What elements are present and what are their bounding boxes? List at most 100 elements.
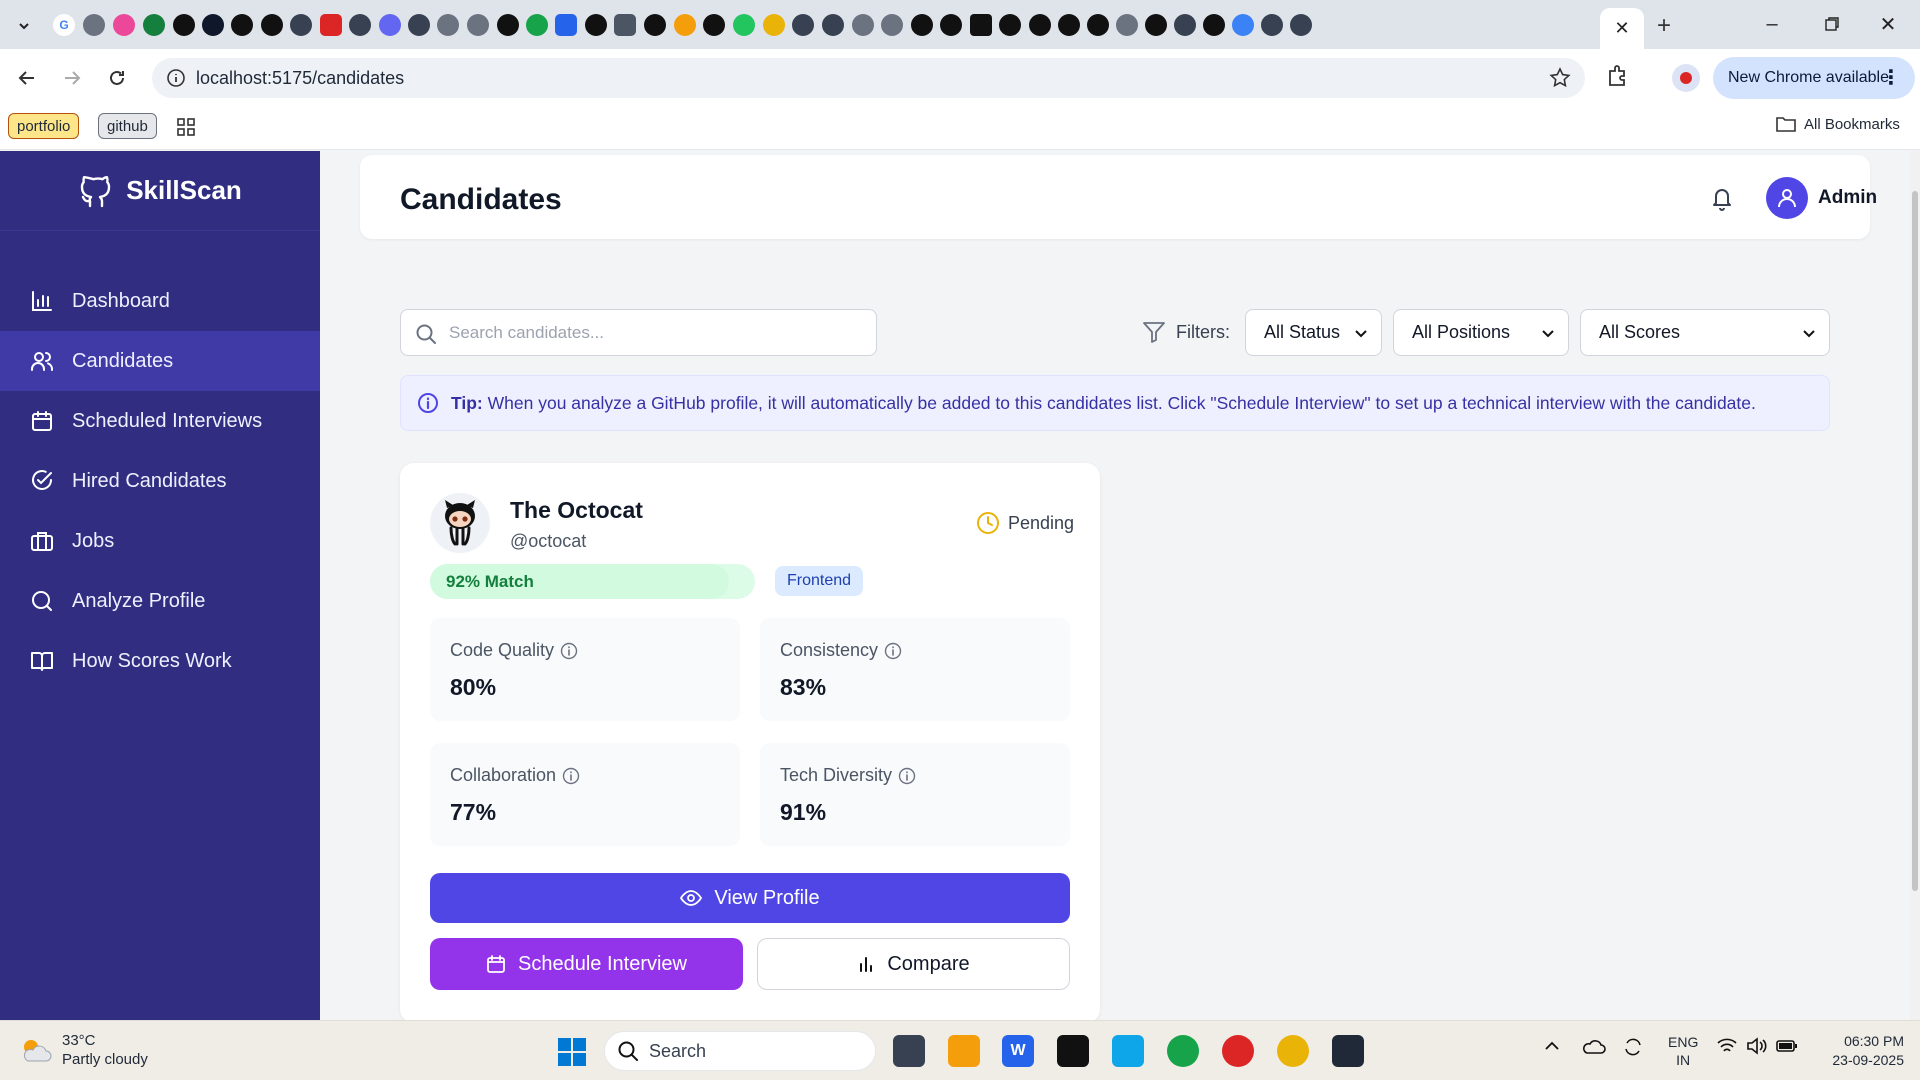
candidate-search[interactable] <box>400 309 877 356</box>
sidebar-item-candidates[interactable]: Candidates <box>0 331 320 391</box>
bookmark-github[interactable]: github <box>98 113 157 139</box>
extensions-icon[interactable] <box>1605 63 1631 94</box>
tab-openai-icon[interactable] <box>1290 14 1312 36</box>
chrome-icon[interactable] <box>1222 1035 1254 1067</box>
tab-github-icon[interactable] <box>1145 14 1167 36</box>
tab-openai-icon[interactable] <box>1261 14 1283 36</box>
tab-search-icon[interactable] <box>8 10 40 42</box>
tab-github-icon[interactable] <box>703 14 725 36</box>
sidebar-item-jobs[interactable]: Jobs <box>0 511 320 571</box>
sidebar-item-scheduled-interviews[interactable]: Scheduled Interviews <box>0 391 320 451</box>
restore-icon[interactable] <box>1812 8 1852 40</box>
sticky-notes-icon[interactable] <box>1057 1035 1089 1067</box>
tab-globe-icon[interactable] <box>1116 14 1138 36</box>
tab-arrow-icon[interactable] <box>290 14 312 36</box>
tab-tree-icon[interactable] <box>143 14 165 36</box>
scores-filter-select[interactable]: All Scores <box>1580 309 1830 356</box>
show-hidden-icons-icon[interactable] <box>1543 1037 1561 1060</box>
address-bar[interactable]: localhost:5175/candidates <box>152 58 1585 98</box>
system-clock[interactable]: 06:30 PM 23-09-2025 <box>1812 1032 1904 1070</box>
tab-feather-icon[interactable] <box>792 14 814 36</box>
tab-github-icon[interactable] <box>1203 14 1225 36</box>
status-filter-select[interactable]: All Status <box>1245 309 1382 356</box>
tab-github-icon[interactable] <box>231 14 253 36</box>
tab-openai-icon[interactable] <box>349 14 371 36</box>
tab-github-icon[interactable] <box>644 14 666 36</box>
all-bookmarks-button[interactable]: All Bookmarks <box>1776 115 1900 133</box>
reload-icon[interactable] <box>100 61 134 95</box>
sidebar-item-analyze-profile[interactable]: Analyze Profile <box>0 571 320 631</box>
compare-button[interactable]: Compare <box>757 938 1070 990</box>
terminal-icon[interactable] <box>1332 1035 1364 1067</box>
schedule-interview-button[interactable]: Schedule Interview <box>430 938 743 990</box>
tab-history-icon[interactable] <box>1232 14 1254 36</box>
tab-app-icon[interactable] <box>113 14 135 36</box>
tab-drive-icon[interactable] <box>763 14 785 36</box>
chrome-update-button[interactable]: New Chrome available ⋮ <box>1713 57 1915 99</box>
windows-start-icon[interactable] <box>557 1037 587 1072</box>
tab-react-icon[interactable] <box>202 14 224 36</box>
tab-briefcase-icon[interactable] <box>614 14 636 36</box>
task-view-icon[interactable] <box>893 1035 925 1067</box>
active-tab-close-icon[interactable]: ✕ <box>1600 8 1644 49</box>
tab-notion-icon[interactable] <box>970 14 992 36</box>
brand-logo[interactable]: SkillScan <box>0 151 320 231</box>
tab-openai-icon[interactable] <box>852 14 874 36</box>
view-profile-button[interactable]: View Profile <box>430 873 1070 923</box>
search-input[interactable] <box>449 318 859 348</box>
sidebar-item-how-scores-work[interactable]: How Scores Work <box>0 631 320 691</box>
onedrive-icon[interactable] <box>1582 1037 1606 1060</box>
url-text[interactable]: localhost:5175/candidates <box>196 68 404 89</box>
close-window-icon[interactable]: ✕ <box>1868 8 1908 40</box>
minimize-icon[interactable]: – <box>1752 8 1792 40</box>
tab-app-icon[interactable] <box>674 14 696 36</box>
tab-github-icon[interactable] <box>173 14 195 36</box>
tab-openai-icon[interactable] <box>1174 14 1196 36</box>
new-tab-button[interactable]: + <box>1650 12 1678 40</box>
bell-icon[interactable] <box>1710 185 1734 216</box>
tab-globe-icon[interactable] <box>467 14 489 36</box>
tab-github-icon[interactable] <box>261 14 283 36</box>
tab-globe-icon[interactable] <box>437 14 459 36</box>
word-icon[interactable]: W <box>1002 1035 1034 1067</box>
vscode-icon[interactable] <box>1112 1035 1144 1067</box>
positions-filter-select[interactable]: All Positions <box>1393 309 1569 356</box>
tab-globe-icon[interactable] <box>881 14 903 36</box>
profile-avatar[interactable] <box>1672 64 1700 92</box>
file-explorer-icon[interactable] <box>948 1035 980 1067</box>
user-avatar-icon[interactable] <box>1766 177 1808 219</box>
language-indicator[interactable]: ENG IN <box>1668 1033 1698 1069</box>
site-info-icon[interactable] <box>166 68 186 93</box>
bookmark-portfolio[interactable]: portfolio <box>8 113 80 139</box>
battery-icon[interactable] <box>1776 1037 1798 1060</box>
tab-github-icon[interactable] <box>497 14 519 36</box>
volume-icon[interactable] <box>1746 1037 1768 1060</box>
chrome-icon[interactable] <box>1277 1035 1309 1067</box>
sync-icon[interactable] <box>1622 1037 1644 1062</box>
tab-app-icon[interactable] <box>555 14 577 36</box>
wifi-icon[interactable] <box>1716 1037 1738 1060</box>
sidebar-item-hired-candidates[interactable]: Hired Candidates <box>0 451 320 511</box>
weather-widget[interactable]: 33°C Partly cloudy <box>18 1031 148 1069</box>
user-name[interactable]: Admin <box>1818 187 1877 209</box>
scrollbar-thumb[interactable] <box>1912 191 1918 891</box>
tab-openai-icon[interactable] <box>408 14 430 36</box>
tab-google-icon[interactable]: G <box>53 14 75 36</box>
forward-icon[interactable] <box>55 61 89 95</box>
back-icon[interactable] <box>10 61 44 95</box>
tab-github-icon[interactable] <box>999 14 1021 36</box>
tab-globe-icon[interactable] <box>83 14 105 36</box>
tab-youtube-icon[interactable] <box>320 14 342 36</box>
tab-github-icon[interactable] <box>1058 14 1080 36</box>
page-scrollbar[interactable] <box>1910 151 1920 1020</box>
tab-feather-icon[interactable] <box>822 14 844 36</box>
tab-github-icon[interactable] <box>911 14 933 36</box>
tab-github-icon[interactable] <box>940 14 962 36</box>
tab-drive-icon[interactable] <box>733 14 755 36</box>
tab-github-icon[interactable] <box>1087 14 1109 36</box>
bookmark-star-icon[interactable] <box>1549 67 1571 94</box>
tab-app-icon[interactable] <box>526 14 548 36</box>
menu-dots-icon[interactable]: ⋮ <box>1881 65 1901 90</box>
tab-github-icon[interactable] <box>585 14 607 36</box>
tab-app-icon[interactable] <box>379 14 401 36</box>
